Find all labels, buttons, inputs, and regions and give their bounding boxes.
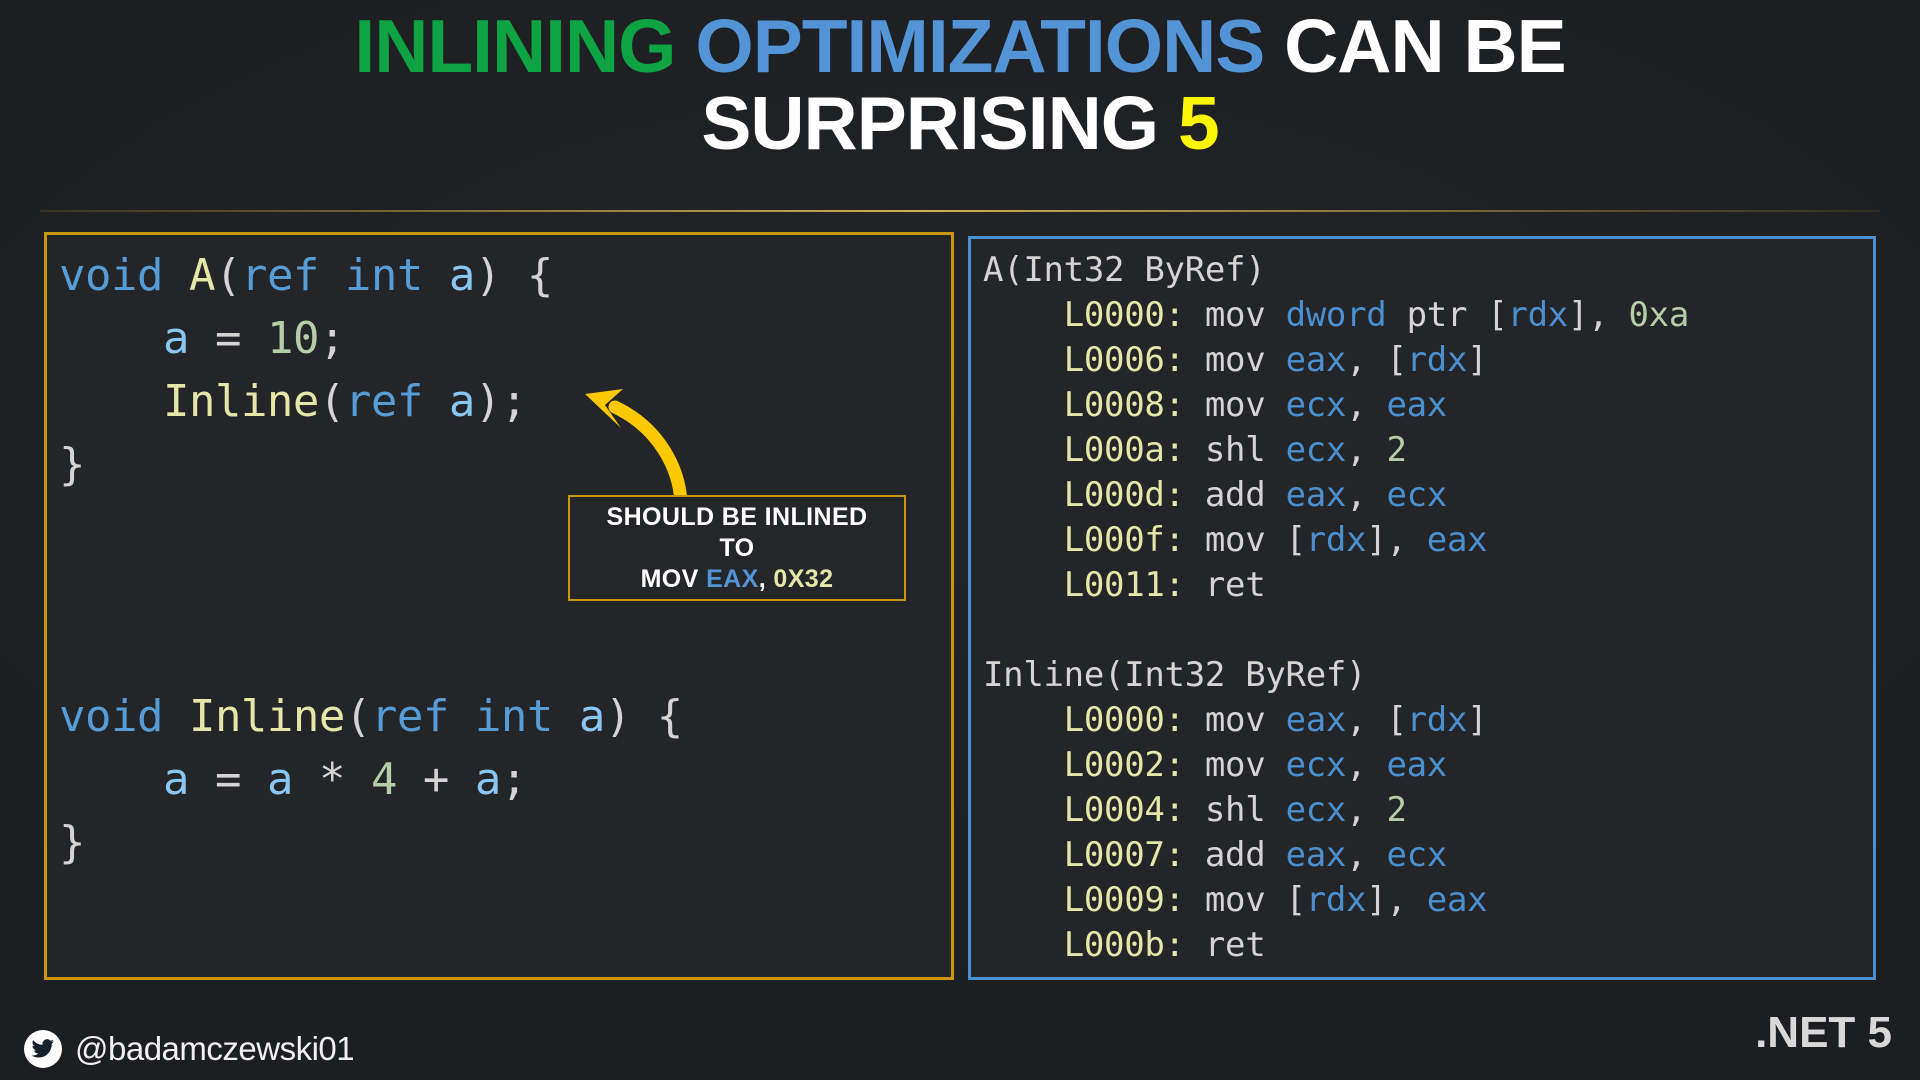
slide-root: INLINING OPTIMIZATIONS CAN BE SURPRISING… [0, 0, 1920, 1080]
framework-badge: .NET 5 [1755, 1008, 1892, 1057]
assembly-output-panel: A(Int32 ByRef) L0000: mov dword ptr [rdx… [968, 236, 1876, 980]
title-word-can-be: CAN BE [1284, 4, 1567, 88]
title-line-2: SURPRISING 5 [0, 84, 1920, 162]
title-word-optimizations: OPTIMIZATIONS [695, 4, 1265, 88]
callout-separator: , [758, 564, 767, 593]
twitter-handle-label: @badamczewski01 [75, 1030, 355, 1067]
callout-line-3: MOV EAX, 0X32 [641, 564, 834, 595]
csharp-source-panel: void A(ref int a) { a = 10; Inline(ref a… [44, 232, 954, 980]
page-title: INLINING OPTIMIZATIONS CAN BE SURPRISING… [0, 8, 1920, 161]
twitter-handle[interactable]: @badamczewski01 [24, 1030, 355, 1068]
callout-line-2: TO [719, 533, 755, 562]
title-line-1: INLINING OPTIMIZATIONS CAN BE [0, 8, 1920, 85]
twitter-bird-icon [24, 1030, 62, 1068]
title-word-inlining: INLINING [354, 4, 676, 88]
callout-register: EAX [706, 564, 759, 593]
callout-value: 0X32 [773, 564, 834, 593]
callout-mnemonic: MOV [640, 564, 699, 593]
callout-line-1: SHOULD BE INLINED [606, 502, 868, 531]
title-divider [40, 210, 1880, 212]
assembly-code-block: A(Int32 ByRef) L0000: mov dword ptr [rdx… [983, 250, 1690, 965]
title-word-surprising: SURPRISING [701, 80, 1159, 165]
callout-box: SHOULD BE INLINED TO MOV EAX, 0X32 [568, 495, 906, 601]
title-word-number: 5 [1177, 80, 1220, 165]
